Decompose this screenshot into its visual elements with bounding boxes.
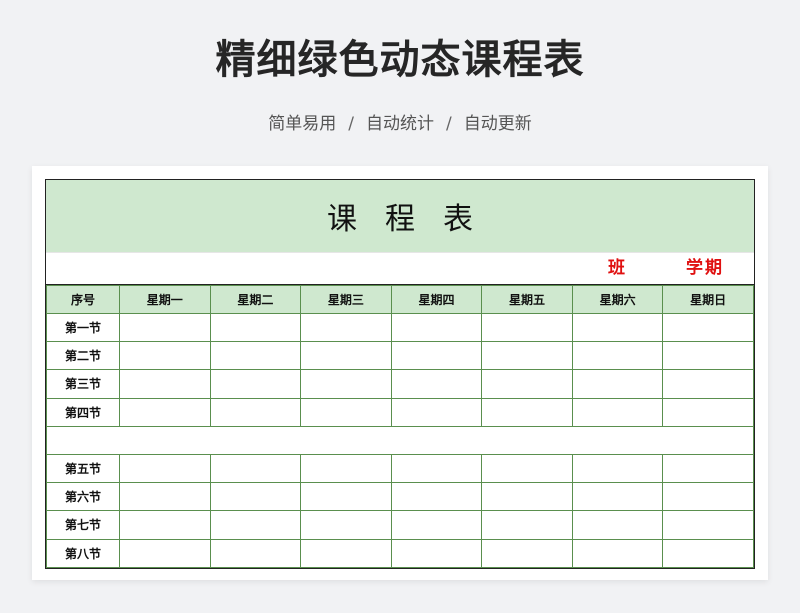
timetable-banner[interactable]: 课程表 bbox=[46, 180, 754, 253]
table-cell[interactable] bbox=[209, 482, 302, 512]
page-title: 精细绿色动态课程表 bbox=[215, 37, 585, 83]
table-cell[interactable] bbox=[481, 510, 573, 540]
table-row: 第七节 bbox=[46, 510, 754, 540]
table-row: 第八节 bbox=[46, 538, 754, 568]
header-row: 序号 星期一 星期二 星期三 星期四 星期五 星期六 星期日 bbox=[46, 285, 754, 314]
table-cell[interactable] bbox=[390, 397, 483, 427]
tag-easy: 简单易用 bbox=[268, 114, 337, 134]
table-cell[interactable] bbox=[571, 341, 664, 371]
table-cell[interactable] bbox=[209, 538, 302, 568]
tag-auto-update: 自动更新 bbox=[463, 114, 532, 134]
table-cell[interactable] bbox=[481, 341, 573, 371]
table-row: 第四节 bbox=[46, 397, 754, 427]
table-cell[interactable] bbox=[662, 482, 754, 512]
table-cell[interactable] bbox=[209, 312, 302, 343]
table-cell[interactable] bbox=[481, 397, 573, 427]
table-cell[interactable] bbox=[571, 397, 664, 427]
period-label[interactable]: 第二节 bbox=[46, 341, 120, 371]
table-cell[interactable] bbox=[209, 341, 302, 371]
table-cell[interactable] bbox=[662, 510, 754, 540]
table-cell[interactable] bbox=[662, 312, 754, 343]
table-cell[interactable] bbox=[119, 341, 211, 371]
table-cell[interactable] bbox=[390, 369, 483, 399]
table-cell[interactable] bbox=[209, 510, 302, 540]
table-cell[interactable] bbox=[571, 312, 664, 343]
column-header-monday[interactable]: 星期一 bbox=[119, 285, 211, 314]
table-row: 第一节 bbox=[46, 312, 754, 343]
table-cell[interactable] bbox=[390, 482, 483, 512]
timetable-sheet: 课程表 班 学期 序号 星期一 星期二 星期三 星期四 星期五 星期六 星期日 bbox=[45, 179, 755, 569]
table-row: 第五节 bbox=[46, 453, 754, 484]
lunch-break-row bbox=[46, 425, 754, 455]
table-cell[interactable] bbox=[300, 453, 392, 484]
column-header-friday[interactable]: 星期五 bbox=[481, 285, 573, 314]
tag-auto-stats: 自动统计 bbox=[366, 114, 434, 134]
table-cell[interactable] bbox=[119, 538, 211, 568]
merged-break-cell[interactable] bbox=[46, 425, 754, 455]
tag-separator: / bbox=[446, 114, 452, 134]
period-label[interactable]: 第五节 bbox=[46, 453, 120, 484]
table-cell[interactable] bbox=[390, 538, 483, 568]
table-cell[interactable] bbox=[119, 510, 211, 540]
column-header-sunday[interactable]: 星期日 bbox=[662, 285, 754, 314]
column-header-tuesday[interactable]: 星期二 bbox=[209, 285, 302, 314]
table-cell[interactable] bbox=[300, 312, 392, 343]
table-cell[interactable] bbox=[662, 453, 754, 484]
table-cell[interactable] bbox=[119, 369, 211, 399]
table-cell[interactable] bbox=[209, 397, 302, 427]
period-label[interactable]: 第七节 bbox=[46, 510, 120, 540]
table-cell[interactable] bbox=[662, 538, 754, 568]
table-cell[interactable] bbox=[571, 453, 664, 484]
table-cell[interactable] bbox=[300, 510, 392, 540]
column-header-index[interactable]: 序号 bbox=[46, 285, 120, 314]
spreadsheet-card: 课程表 班 学期 序号 星期一 星期二 星期三 星期四 星期五 星期六 星期日 bbox=[32, 166, 768, 580]
timetable-grid: 序号 星期一 星期二 星期三 星期四 星期五 星期六 星期日 第一节 第二节 第… bbox=[46, 285, 754, 568]
tag-separator: / bbox=[348, 114, 354, 134]
table-cell[interactable] bbox=[119, 453, 211, 484]
table-cell[interactable] bbox=[571, 369, 664, 399]
table-cell[interactable] bbox=[662, 369, 754, 399]
term-label[interactable]: 学期 bbox=[686, 256, 724, 280]
period-label[interactable]: 第八节 bbox=[46, 538, 120, 568]
table-cell[interactable] bbox=[481, 538, 573, 568]
table-row: 第六节 bbox=[46, 482, 754, 512]
table-cell[interactable] bbox=[300, 538, 392, 568]
table-cell[interactable] bbox=[662, 397, 754, 427]
period-label[interactable]: 第一节 bbox=[46, 312, 120, 343]
table-cell[interactable] bbox=[390, 312, 483, 343]
period-label[interactable]: 第三节 bbox=[46, 369, 120, 399]
table-cell[interactable] bbox=[209, 453, 302, 484]
class-term-row: 班 学期 bbox=[46, 253, 754, 285]
subtitle: 简单易用 / 自动统计 / 自动更新 bbox=[0, 112, 800, 136]
table-cell[interactable] bbox=[390, 453, 483, 484]
table-cell[interactable] bbox=[481, 312, 573, 343]
table-cell[interactable] bbox=[390, 510, 483, 540]
table-cell[interactable] bbox=[300, 341, 392, 371]
table-row: 第二节 bbox=[46, 341, 754, 371]
table-cell[interactable] bbox=[390, 341, 483, 371]
table-cell[interactable] bbox=[662, 341, 754, 371]
table-cell[interactable] bbox=[119, 482, 211, 512]
table-cell[interactable] bbox=[119, 312, 211, 343]
table-cell[interactable] bbox=[481, 369, 573, 399]
table-cell[interactable] bbox=[119, 397, 211, 427]
period-label[interactable]: 第四节 bbox=[46, 397, 120, 427]
column-header-thursday[interactable]: 星期四 bbox=[390, 285, 483, 314]
table-cell[interactable] bbox=[300, 369, 392, 399]
period-label[interactable]: 第六节 bbox=[46, 482, 120, 512]
table-cell[interactable] bbox=[300, 482, 392, 512]
table-row: 第三节 bbox=[46, 369, 754, 399]
table-cell[interactable] bbox=[571, 482, 664, 512]
column-header-saturday[interactable]: 星期六 bbox=[571, 285, 664, 314]
table-cell[interactable] bbox=[481, 482, 573, 512]
table-cell[interactable] bbox=[571, 510, 664, 540]
column-header-wednesday[interactable]: 星期三 bbox=[300, 285, 392, 314]
table-cell[interactable] bbox=[209, 369, 302, 399]
table-cell[interactable] bbox=[571, 538, 664, 568]
class-label[interactable]: 班 bbox=[608, 256, 625, 280]
table-cell[interactable] bbox=[300, 397, 392, 427]
table-cell[interactable] bbox=[481, 453, 573, 484]
